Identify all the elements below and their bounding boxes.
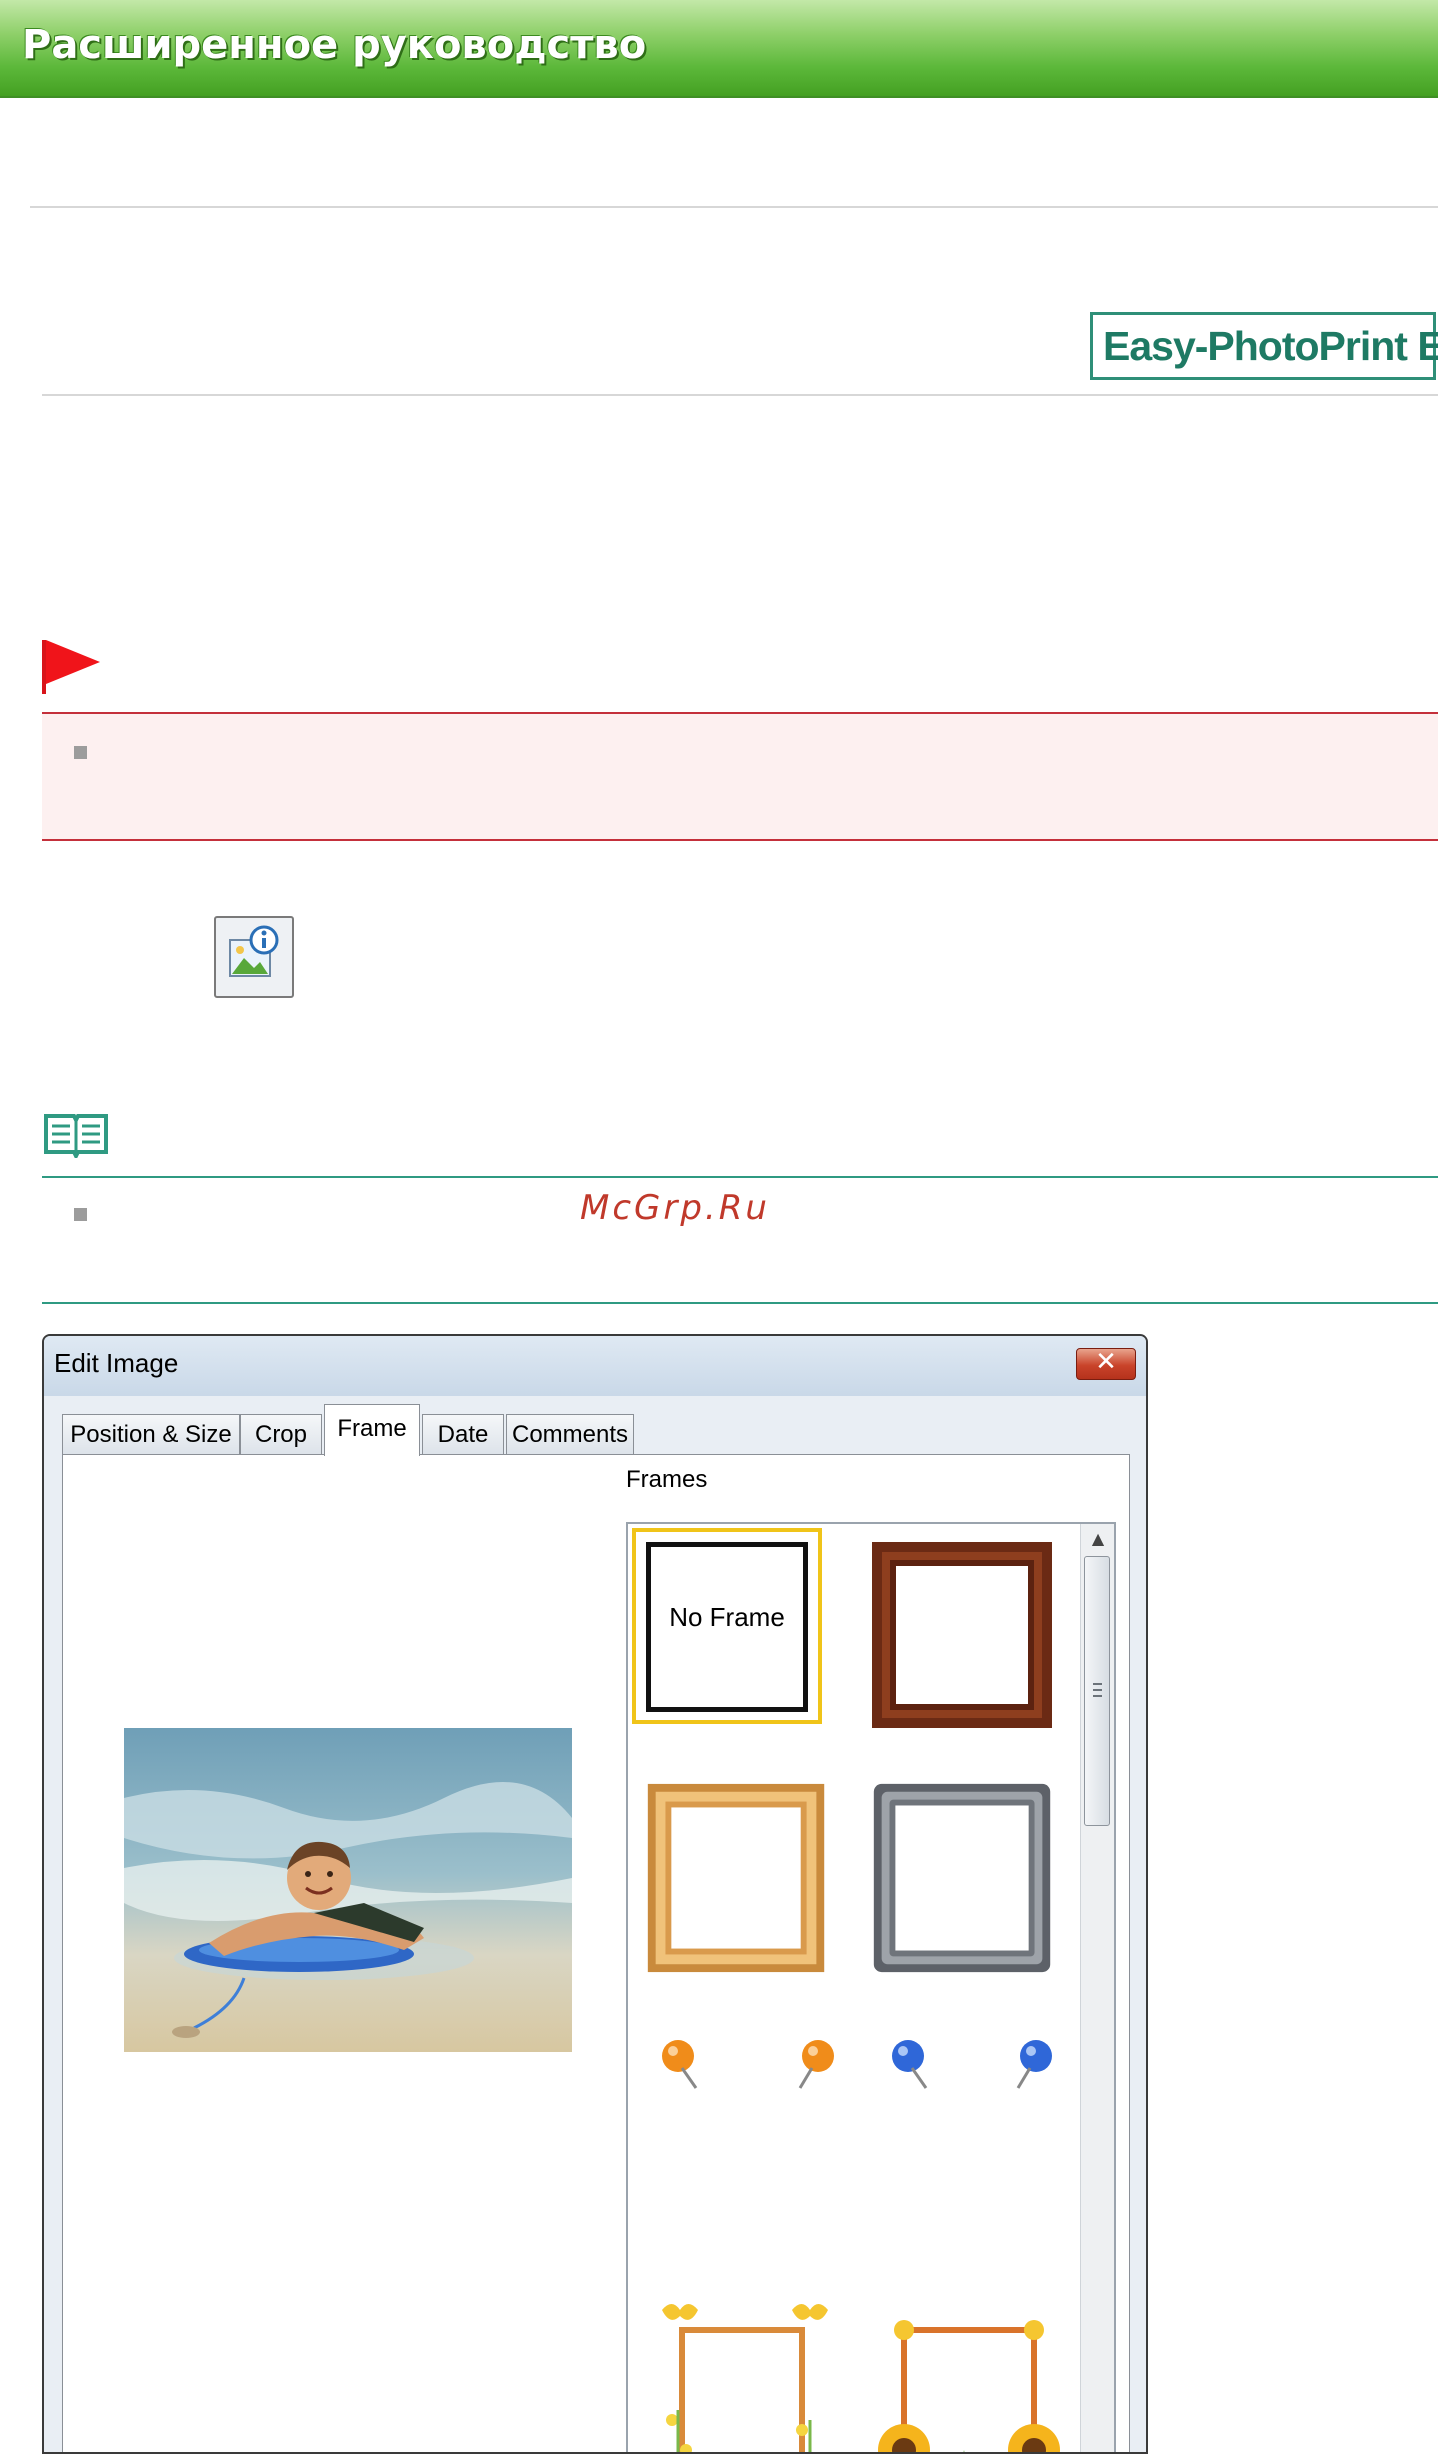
important-flag-icon — [42, 640, 100, 694]
scroll-up-icon[interactable]: ▲ — [1081, 1524, 1114, 1554]
frame-option-light-wood[interactable] — [642, 1780, 832, 1976]
scroll-thumb[interactable] — [1084, 1556, 1110, 1826]
frame-option-butterfly-flowers[interactable] — [642, 2300, 842, 2454]
tab-crop[interactable]: Crop — [240, 1414, 322, 1454]
bullet — [74, 1208, 87, 1221]
frame-option-no-frame[interactable]: No Frame — [632, 1528, 822, 1724]
important-box — [42, 712, 1438, 841]
frame-option-sunflowers[interactable] — [868, 2300, 1068, 2454]
app-logo: Easy-PhotoPrint EX — [1090, 312, 1438, 380]
page-title: Расширенное руководство — [22, 22, 647, 68]
frame-option-metal[interactable] — [868, 1780, 1058, 1976]
photo-preview — [124, 1728, 572, 2052]
close-icon: ✕ — [1095, 1347, 1117, 1377]
tab-frame[interactable]: Frame — [324, 1404, 420, 1456]
close-button[interactable]: ✕ — [1076, 1347, 1136, 1380]
divider — [42, 394, 1438, 396]
edit-image-dialog: Edit Image ✕ Position & Size Crop Frame … — [42, 1334, 1148, 2454]
bullet — [74, 746, 87, 759]
frame-option-dark-wood[interactable] — [868, 1538, 1058, 1734]
divider — [30, 206, 1438, 208]
frames-scrollbar[interactable]: ▲ — [1080, 1524, 1114, 2452]
no-frame-label: No Frame — [669, 1602, 785, 1632]
frames-list: No Frame ▲ — [626, 1522, 1116, 2454]
tab-position-size[interactable]: Position & Size — [62, 1414, 240, 1454]
dialog-title: Edit Image — [54, 1348, 179, 1378]
dialog-titlebar[interactable]: Edit Image ✕ — [44, 1336, 1146, 1396]
image-info-icon — [229, 925, 279, 977]
tab-comments[interactable]: Comments — [506, 1414, 634, 1454]
frames-label: Frames — [626, 1466, 708, 1493]
app-logo-text: Easy-PhotoPrint EX — [1103, 323, 1438, 369]
frame-option-push-pins[interactable] — [642, 2030, 1072, 2130]
header-banner: Расширенное руководство — [0, 0, 1438, 98]
no-frame-thumbnail: No Frame — [646, 1542, 808, 1712]
image-info-button[interactable] — [214, 916, 294, 998]
note-book-icon — [44, 1114, 108, 1158]
watermark: McGrp.Ru — [580, 1188, 770, 1228]
tab-date[interactable]: Date — [422, 1414, 504, 1454]
